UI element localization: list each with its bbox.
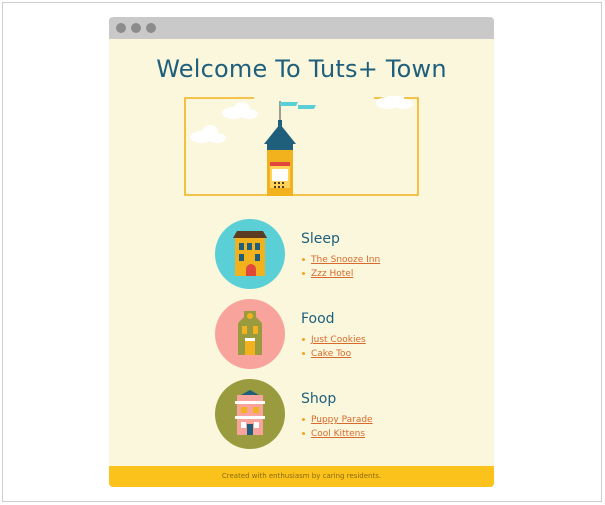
browser-window: Welcome To Tuts+ Town Sleep The Snooze I… <box>109 17 494 487</box>
cloud-icon <box>190 91 413 143</box>
section-sleep: Sleep The Snooze Inn Zzz Hotel <box>215 219 415 289</box>
sleep-link-list: The Snooze Inn Zzz Hotel <box>301 253 380 281</box>
link-cake-too[interactable]: Cake Too <box>311 349 351 359</box>
maximize-window-dot[interactable] <box>146 23 156 33</box>
page-title: Welcome To Tuts+ Town <box>156 55 447 83</box>
list-item: Cool Kittens <box>301 427 373 441</box>
list-item: Puppy Parade <box>301 413 373 427</box>
link-puppy-parade[interactable]: Puppy Parade <box>311 415 373 425</box>
list-item: The Snooze Inn <box>301 253 380 267</box>
list-item: Cake Too <box>301 347 366 361</box>
minimize-window-dot[interactable] <box>131 23 141 33</box>
section-title-sleep: Sleep <box>301 231 340 247</box>
hero-illustration <box>184 91 419 196</box>
shop-link-list: Puppy Parade Cool Kittens <box>301 413 373 441</box>
section-food: Food Just Cookies Cake Too <box>215 299 415 369</box>
section-shop: Shop Puppy Parade Cool Kittens <box>215 379 415 449</box>
link-just-cookies[interactable]: Just Cookies <box>311 335 366 345</box>
list-item: Just Cookies <box>301 333 366 347</box>
list-item: Zzz Hotel <box>301 267 380 281</box>
close-window-dot[interactable] <box>116 23 126 33</box>
link-the-snooze-inn[interactable]: The Snooze Inn <box>311 255 380 265</box>
link-zzz-hotel[interactable]: Zzz Hotel <box>311 269 353 279</box>
window-titlebar <box>109 17 494 39</box>
link-cool-kittens[interactable]: Cool Kittens <box>311 429 365 439</box>
section-title-food: Food <box>301 311 335 327</box>
shop-building-icon <box>215 379 285 449</box>
food-link-list: Just Cookies Cake Too <box>301 333 366 361</box>
page-footer: Created with enthusiasm by caring reside… <box>109 466 494 487</box>
hotel-building-icon <box>215 219 285 289</box>
section-title-shop: Shop <box>301 391 337 407</box>
cafe-building-icon <box>215 299 285 369</box>
clock-tower-illustration <box>184 91 419 196</box>
